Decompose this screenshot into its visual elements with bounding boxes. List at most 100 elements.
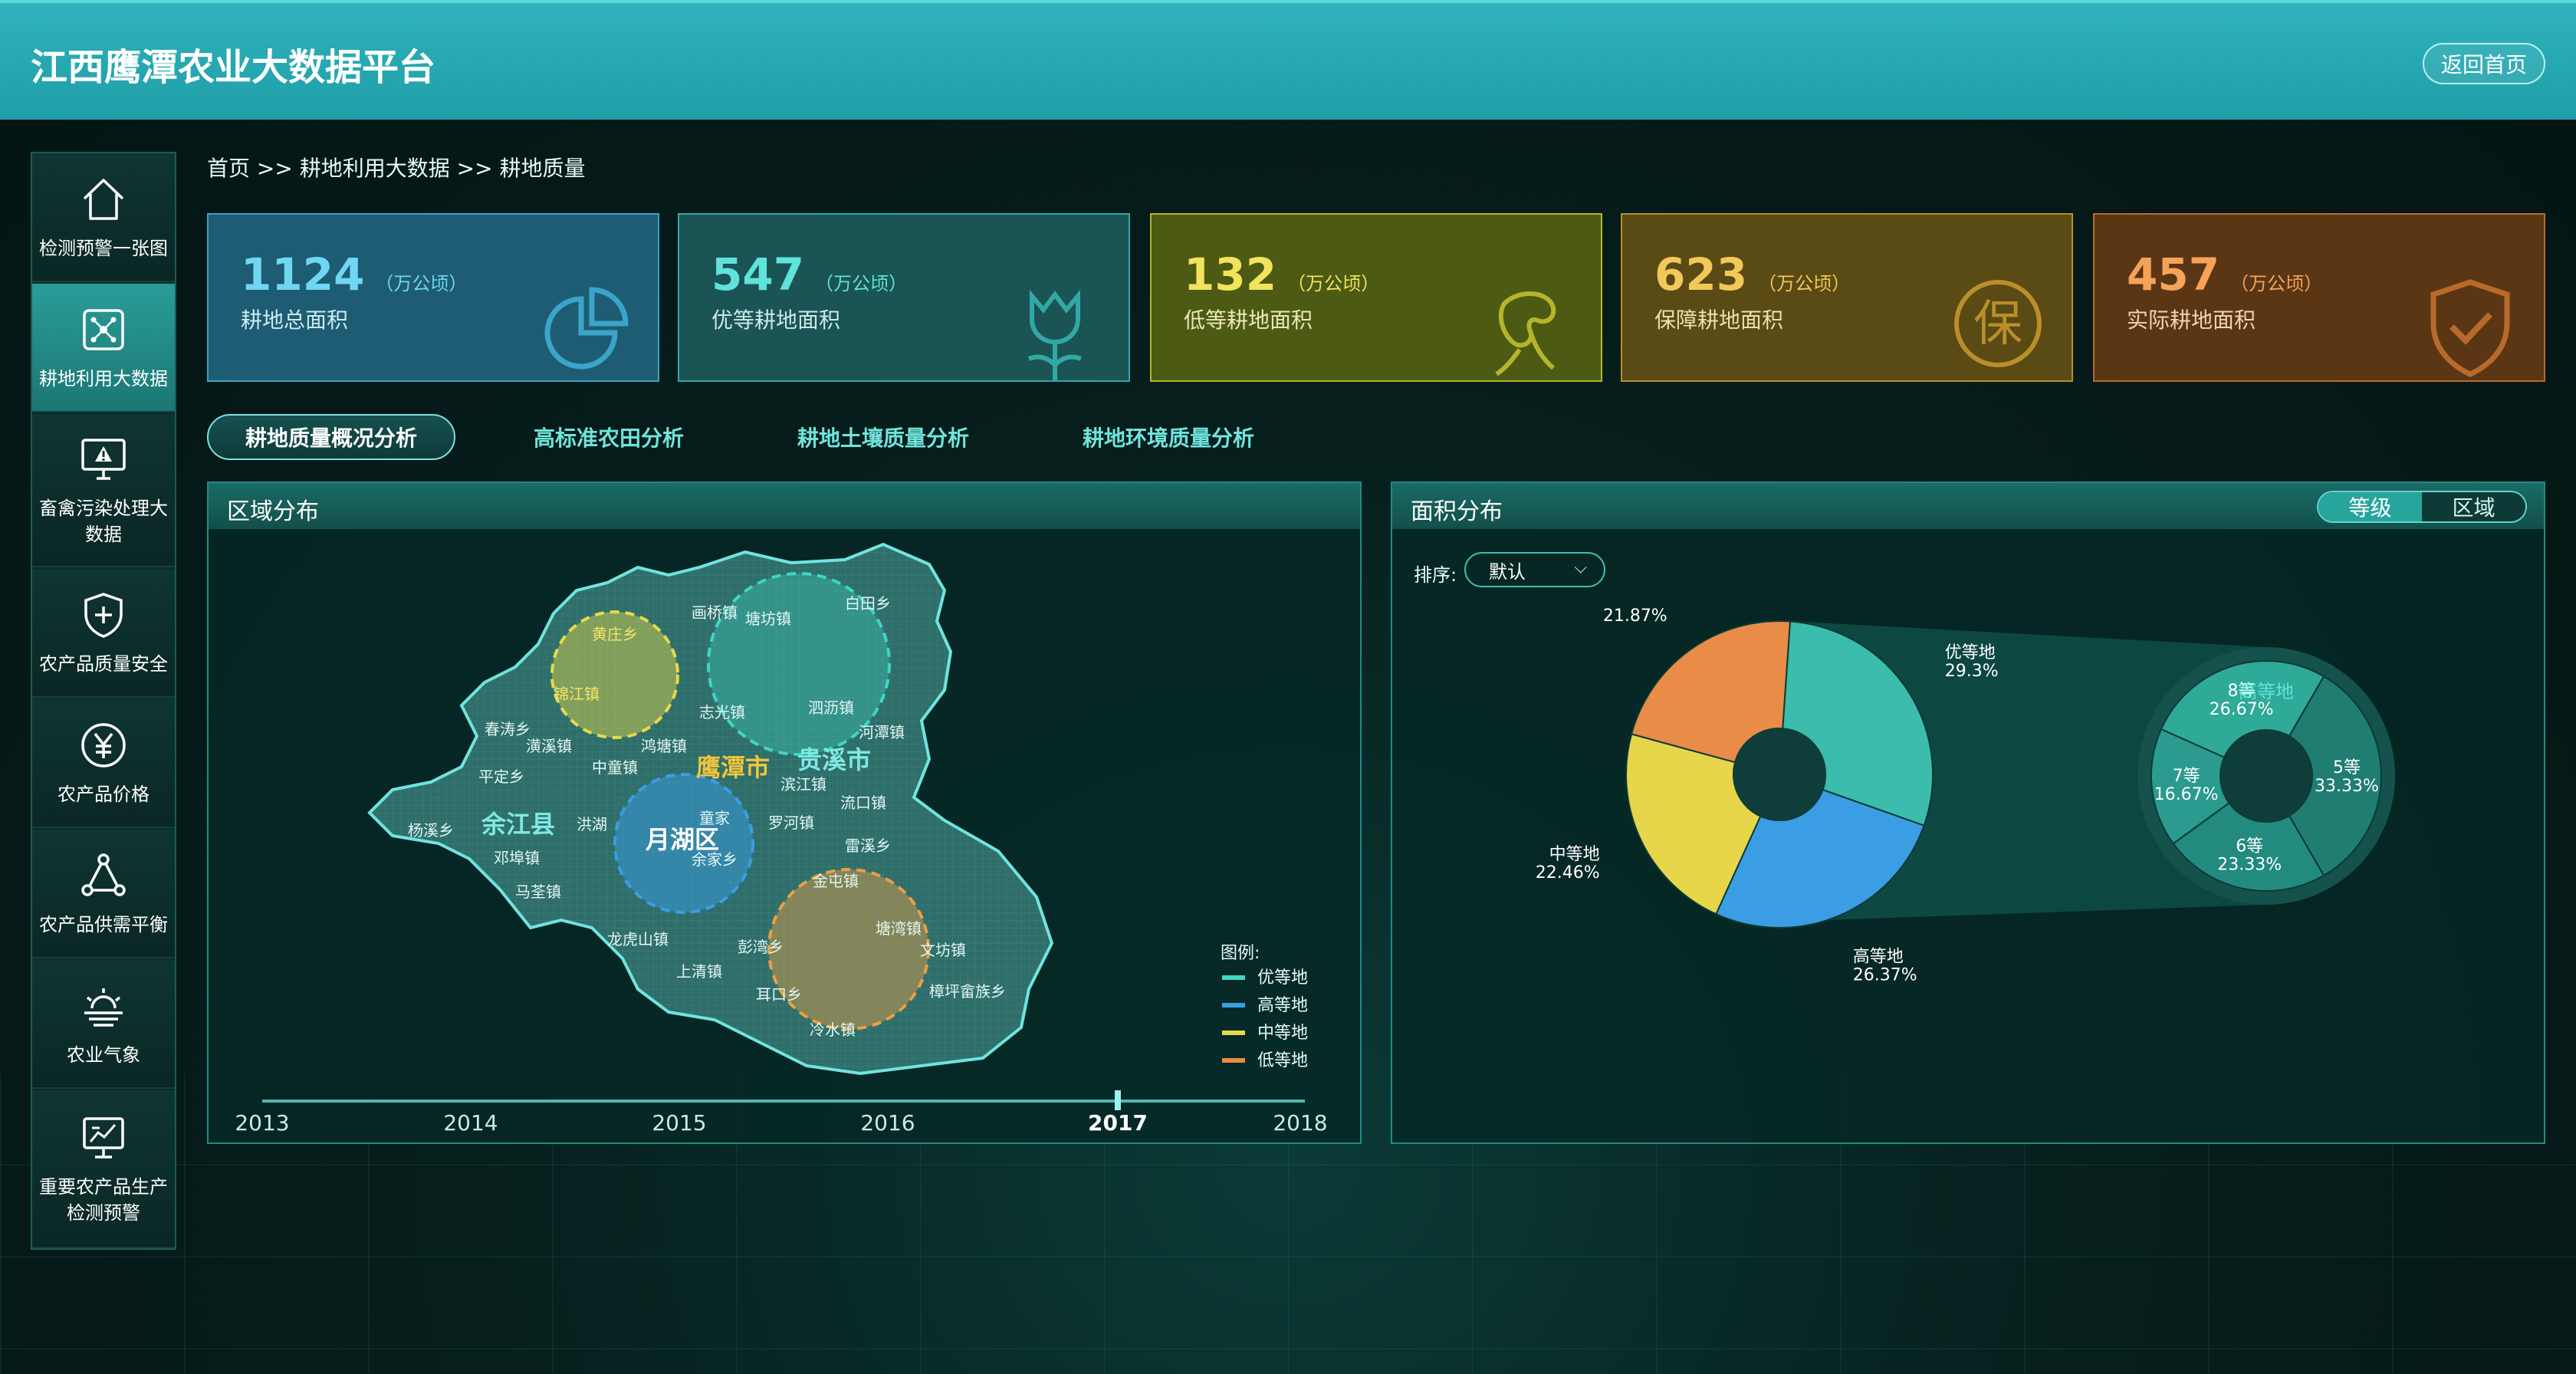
sort-dropdown[interactable]: 默认 ⌵ xyxy=(1464,552,1605,587)
sidebar-item-product-price[interactable]: 农产品价格 xyxy=(32,699,175,828)
area-distribution-panel: 面积分布 等级 区域 排序: 默认 ⌵ 优等地 29.3% 高等地 26.37% 中等地… xyxy=(1391,482,2545,1144)
timeline-year: 2016 xyxy=(860,1110,915,1136)
svg-text:保: 保 xyxy=(1973,296,2022,353)
pie-value-label: 29.3% xyxy=(1945,662,1999,681)
svg-text:马荃镇: 马荃镇 xyxy=(515,883,561,901)
map-legend: 图例: 优等地 高等地 中等地 低等地 xyxy=(1221,944,1308,1070)
svg-text:洪湖: 洪湖 xyxy=(577,815,607,833)
breadcrumb: 首页 >> 耕地利用大数据 >> 耕地质量 xyxy=(207,156,586,181)
svg-text:白田乡: 白田乡 xyxy=(845,594,891,613)
stat-value: 547 （万公顷） xyxy=(711,248,908,301)
svg-text:雷溪乡: 雷溪乡 xyxy=(845,837,891,855)
region-map: 白田乡 画桥镇 塘坊镇 黄庄乡 锦江镇 志光镇 泗沥镇 河潭镇 春涛乡 潢溪镇 … xyxy=(235,542,1328,1136)
svg-text:低等地: 低等地 xyxy=(1257,1051,1308,1070)
timeline-year: 2018 xyxy=(1273,1110,1327,1136)
sub-pie-value-label: 33.33% xyxy=(2315,777,2379,796)
panel-header: 面积分布 等级 区域 xyxy=(1392,483,2544,529)
stat-card-actual-area: 457 （万公顷） 实际耕地面积 xyxy=(2093,213,2545,382)
stat-label: 耕地总面积 xyxy=(241,307,349,333)
svg-text:中童镇: 中童镇 xyxy=(592,758,638,777)
svg-text:塘坊镇: 塘坊镇 xyxy=(745,610,791,628)
toggle-grade[interactable]: 等级 xyxy=(2318,492,2422,521)
pie-value-label: 26.37% xyxy=(1853,965,1917,984)
svg-text:龙虎山镇: 龙虎山镇 xyxy=(607,930,669,948)
legend-swatch-low xyxy=(1222,1058,1245,1063)
grade-region-toggle[interactable]: 等级 区域 xyxy=(2317,491,2527,523)
sidebar-item-label: 检测预警一张图 xyxy=(39,238,168,259)
svg-text:平定乡: 平定乡 xyxy=(478,768,524,786)
guarantee-seal-icon: 保 xyxy=(1954,280,2042,367)
svg-text:锦江镇: 锦江镇 xyxy=(554,685,600,703)
svg-text:春涛乡: 春涛乡 xyxy=(485,720,531,738)
pie-category-label: 中等地 xyxy=(1549,845,1600,864)
sidebar-item-weather[interactable]: 农业气象 xyxy=(32,960,175,1089)
sidebar: 检测预警一张图 耕地利用大数据 畜禽污染处理大数据 农产品质量安全 农产品价格 … xyxy=(31,152,176,1250)
panel-header: 区域分布 xyxy=(209,483,1360,529)
svg-text:黄庄乡: 黄庄乡 xyxy=(592,625,638,643)
tab-high-standard-farmland[interactable]: 高标准农田分析 xyxy=(534,414,684,460)
drilldown-title: 高等地 xyxy=(2239,681,2294,702)
stat-card-guaranteed-area: 623 （万公顷） 保障耕地面积 保 xyxy=(1621,213,2073,382)
sub-pie-value-label: 26.67% xyxy=(2210,700,2274,719)
tulip-icon xyxy=(1027,289,1083,380)
tab-environment-quality[interactable]: 耕地环境质量分析 xyxy=(1083,414,1254,460)
tab-quality-overview[interactable]: 耕地质量概况分析 xyxy=(207,414,456,460)
sidebar-item-product-safety[interactable]: 农产品质量安全 xyxy=(32,569,175,698)
timeline-handle[interactable] xyxy=(1115,1090,1121,1110)
shield-plus-icon xyxy=(84,593,123,638)
sub-pie-category-label: 5等 xyxy=(2333,758,2361,777)
triangle-nodes-icon xyxy=(81,853,126,896)
timeline-year: 2015 xyxy=(652,1110,706,1136)
pie-icon xyxy=(544,287,629,370)
wilted-plant-icon xyxy=(1495,291,1556,376)
sidebar-item-label: 农产品价格 xyxy=(58,784,150,805)
sidebar-item-production-warning[interactable]: 重要农产品生产检测预警 xyxy=(32,1090,175,1248)
region-distribution-panel: 区域分布 白田乡 画桥镇 塘坊镇 黄庄乡 锦江镇 志光镇 泗沥镇 河潭镇 春涛乡… xyxy=(207,482,1362,1144)
svg-text:高等地: 高等地 xyxy=(1257,996,1308,1015)
svg-text:余江县: 余江县 xyxy=(481,810,555,839)
svg-text:上清镇: 上清镇 xyxy=(676,962,722,981)
shield-check-icon xyxy=(2430,279,2510,377)
sub-pie-category-label: 7等 xyxy=(2173,767,2200,786)
area-pie-charts: 优等地29.3%高等地26.37%中等地22.46%低等地21.87%5等33.… xyxy=(1536,606,2395,984)
stat-value: 457 （万公顷） xyxy=(2127,248,2323,301)
stat-value: 623 （万公顷） xyxy=(1654,248,1851,301)
chevron-down-icon: ⌵ xyxy=(1574,558,1587,577)
sidebar-item-monitor-map[interactable]: 检测预警一张图 xyxy=(32,153,175,282)
legend-swatch-medium xyxy=(1222,1030,1245,1035)
svg-text:杨溪乡: 杨溪乡 xyxy=(408,821,454,840)
legend-swatch-high xyxy=(1222,1003,1245,1007)
sidebar-item-farmland-data[interactable]: 耕地利用大数据 xyxy=(32,284,175,413)
main-pie-hole xyxy=(1733,728,1825,820)
svg-text:月湖区: 月湖区 xyxy=(646,825,719,854)
sidebar-item-label: 农业气象 xyxy=(67,1044,140,1066)
sidebar-item-livestock-pollution[interactable]: 畜禽污染处理大数据 xyxy=(32,414,175,567)
svg-text:文坊镇: 文坊镇 xyxy=(920,941,966,959)
sidebar-item-supply-demand[interactable]: 农产品供需平衡 xyxy=(32,830,175,958)
home-icon xyxy=(83,179,124,220)
pie-category-label: 优等地 xyxy=(1945,643,1996,662)
svg-text:画桥镇: 画桥镇 xyxy=(692,603,738,622)
home-button[interactable]: 返回首页 xyxy=(2423,43,2545,84)
tab-soil-quality[interactable]: 耕地土壤质量分析 xyxy=(797,414,969,460)
sub-pie-value-label: 23.33% xyxy=(2217,856,2282,875)
year-timeline[interactable]: 2013 2014 2015 2016 2017 2018 xyxy=(235,1090,1328,1136)
toggle-region[interactable]: 区域 xyxy=(2422,492,2525,521)
stat-label: 低等耕地面积 xyxy=(1184,307,1313,333)
sub-pie-value-label: 16.67% xyxy=(2154,785,2219,804)
sidebar-item-label: 农产品质量安全 xyxy=(39,653,168,675)
stat-label: 保障耕地面积 xyxy=(1654,307,1784,333)
pie-value-label: 21.87% xyxy=(1603,606,1668,626)
top-header: 江西鹰潭农业大数据平台 返回首页 xyxy=(0,0,2576,120)
legend-swatch-excellent xyxy=(1222,975,1245,980)
svg-text:金屯镇: 金屯镇 xyxy=(813,872,859,890)
svg-text:塘湾镇: 塘湾镇 xyxy=(876,919,922,938)
panel-title: 面积分布 xyxy=(1411,498,1503,525)
pie-value-label: 22.46% xyxy=(1536,863,1600,883)
svg-text:彭湾乡: 彭湾乡 xyxy=(738,938,784,956)
svg-text:泗沥镇: 泗沥镇 xyxy=(808,699,854,717)
svg-text:河潭镇: 河潭镇 xyxy=(859,723,905,741)
svg-text:志光镇: 志光镇 xyxy=(699,703,745,722)
sub-pie-category-label: 6等 xyxy=(2236,837,2263,856)
timeline-year: 2013 xyxy=(235,1110,289,1136)
